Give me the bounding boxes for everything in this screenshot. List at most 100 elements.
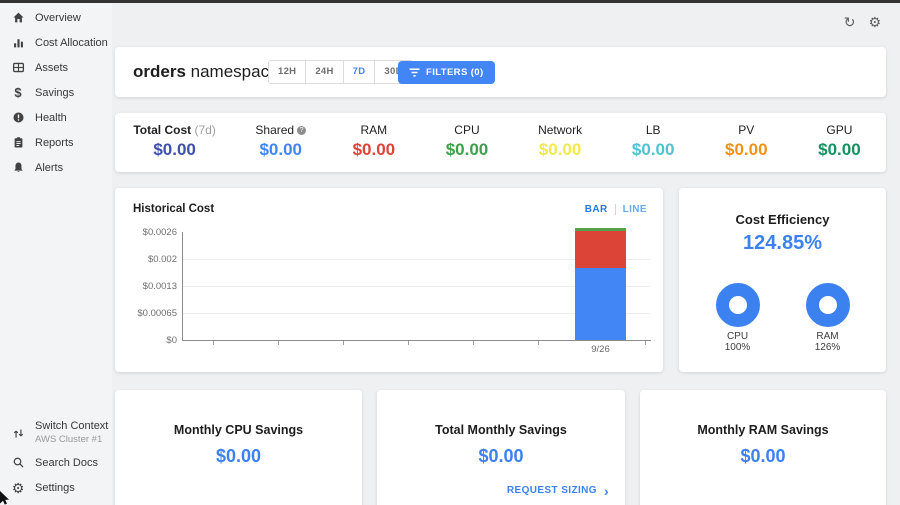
sidebar-item-settings[interactable]: ⚙ Settings <box>0 475 112 500</box>
toggle-bar[interactable]: BAR <box>585 204 608 215</box>
sidebar-item-label: Health <box>35 112 67 124</box>
info-icon[interactable]: ? <box>297 126 306 135</box>
chevron-right-icon: › <box>604 486 609 496</box>
request-sizing-link[interactable]: REQUEST SIZING › <box>507 485 609 496</box>
sidebar-item-label: Cost Allocation <box>35 37 108 49</box>
toggle-line[interactable]: LINE <box>623 204 647 215</box>
historical-cost-card: Historical Cost BAR LINE $0.0026 $0.002 … <box>115 188 663 372</box>
y-axis <box>182 232 183 341</box>
sidebar-item-switch-context[interactable]: Switch Context AWS Cluster #1 <box>0 416 112 450</box>
y-tick-label: $0.0026 <box>115 227 177 238</box>
y-tick-label: $0 <box>115 335 177 346</box>
metric-lb: LB $0.00 <box>607 113 700 172</box>
metric-value: $0.00 <box>115 140 234 160</box>
sidebar-item-cost-allocation[interactable]: Cost Allocation <box>0 30 112 55</box>
x-tick-label: 9/26 <box>575 344 626 355</box>
metric-gpu: GPU $0.00 <box>793 113 886 172</box>
card-value: $0.00 <box>640 446 886 467</box>
card-title: Total Monthly Savings <box>377 423 625 437</box>
sidebar-item-label: Switch Context <box>35 420 108 434</box>
metric-ram: RAM $0.00 <box>327 113 420 172</box>
efficiency-title: Cost Efficiency <box>679 212 886 227</box>
bell-icon <box>11 161 25 175</box>
sidebar-item-label: Search Docs <box>35 457 98 469</box>
cluster-context-label: AWS Cluster #1 <box>35 434 108 446</box>
mouse-cursor <box>0 491 11 505</box>
sidebar-item-label: Assets <box>35 62 68 74</box>
sidebar-item-overview[interactable]: Overview <box>0 5 112 30</box>
card-title: Monthly CPU Savings <box>115 423 362 437</box>
metric-value: $0.00 <box>327 140 420 160</box>
total-monthly-savings-card: Total Monthly Savings $0.00 REQUEST SIZI… <box>377 390 625 505</box>
y-tick-label: $0.002 <box>115 254 177 265</box>
metric-value: $0.00 <box>234 140 327 160</box>
sidebar-item-label: Alerts <box>35 162 63 174</box>
donut-ring <box>716 283 760 327</box>
stacked-bar <box>575 228 626 340</box>
y-tick-label: $0.0013 <box>115 281 177 292</box>
time-range-24h[interactable]: 24H <box>305 60 343 84</box>
header-card: orders namespace 12H 24H 7D 30D FILTERS … <box>115 47 886 97</box>
swap-arrows-icon <box>11 426 25 440</box>
time-range-group: 12H 24H 7D 30D <box>268 60 413 84</box>
grid-icon <box>11 61 25 75</box>
y-tick-label: $0.00065 <box>115 308 177 319</box>
card-title: Monthly RAM Savings <box>640 423 886 437</box>
sidebar: Overview Cost Allocation Assets $ Saving… <box>0 3 112 505</box>
sidebar-item-assets[interactable]: Assets <box>0 55 112 80</box>
filters-button[interactable]: FILTERS (0) <box>398 61 495 84</box>
sidebar-item-reports[interactable]: Reports <box>0 130 112 155</box>
settings-gear-icon[interactable]: ⚙ <box>868 14 881 31</box>
monthly-ram-savings-card: Monthly RAM Savings $0.00 <box>640 390 886 505</box>
page-title: orders namespace <box>133 47 279 97</box>
cpu-efficiency-gauge: CPU 100% <box>702 283 774 353</box>
topbar-actions: ↻ ⚙ <box>844 14 881 31</box>
metric-network: Network $0.00 <box>514 113 607 172</box>
metric-cpu: CPU $0.00 <box>420 113 513 172</box>
clipboard-icon <box>11 136 25 150</box>
efficiency-value: 124.85% <box>679 232 886 255</box>
metric-total-cost: Total Cost (7d) $0.00 <box>115 113 234 172</box>
cost-summary-card: Total Cost (7d) $0.00 Shared? $0.00 RAM … <box>115 113 886 172</box>
time-range-7d[interactable]: 7D <box>343 60 376 84</box>
sidebar-item-alerts[interactable]: Alerts <box>0 155 112 180</box>
alert-circle-icon <box>11 111 25 125</box>
chart-title: Historical Cost <box>133 203 214 215</box>
ram-efficiency-gauge: RAM 126% <box>792 283 864 353</box>
search-icon <box>11 456 25 470</box>
metric-value: $0.00 <box>607 140 700 160</box>
sidebar-item-search-docs[interactable]: Search Docs <box>0 450 112 475</box>
card-value: $0.00 <box>377 446 625 467</box>
metric-value: $0.00 <box>700 140 793 160</box>
namespace-type-label: namespace <box>186 62 279 81</box>
metric-value: $0.00 <box>420 140 513 160</box>
sidebar-item-health[interactable]: Health <box>0 105 112 130</box>
filter-funnel-icon <box>409 68 420 77</box>
chart-type-toggle: BAR LINE <box>585 204 647 215</box>
sidebar-item-savings[interactable]: $ Savings <box>0 80 112 105</box>
home-icon <box>11 11 25 25</box>
namespace-name: orders <box>133 62 186 81</box>
dollar-icon: $ <box>11 86 25 100</box>
monthly-cpu-savings-card: Monthly CPU Savings $0.00 <box>115 390 362 505</box>
metric-value: $0.00 <box>793 140 886 160</box>
metric-value: $0.00 <box>514 140 607 160</box>
bar-segment-red-segment <box>575 231 626 268</box>
card-value: $0.00 <box>115 446 362 467</box>
filters-label: FILTERS (0) <box>426 67 484 78</box>
sidebar-item-label: Savings <box>35 87 74 99</box>
donut-ring <box>806 283 850 327</box>
metric-shared: Shared? $0.00 <box>234 113 327 172</box>
bar-chart-icon <box>11 36 25 50</box>
gear-icon: ⚙ <box>11 481 25 495</box>
cost-efficiency-card: Cost Efficiency 124.85% CPU 100% RAM 126… <box>679 188 886 372</box>
x-axis <box>182 340 651 341</box>
metric-pv: PV $0.00 <box>700 113 793 172</box>
sidebar-item-label: Reports <box>35 137 74 149</box>
sidebar-item-label: Overview <box>35 12 81 24</box>
sidebar-item-label: Settings <box>35 482 75 494</box>
bar-segment-blue-segment <box>575 268 626 340</box>
top-strip <box>0 0 900 3</box>
time-range-12h[interactable]: 12H <box>268 60 306 84</box>
refresh-icon[interactable]: ↻ <box>844 14 856 31</box>
